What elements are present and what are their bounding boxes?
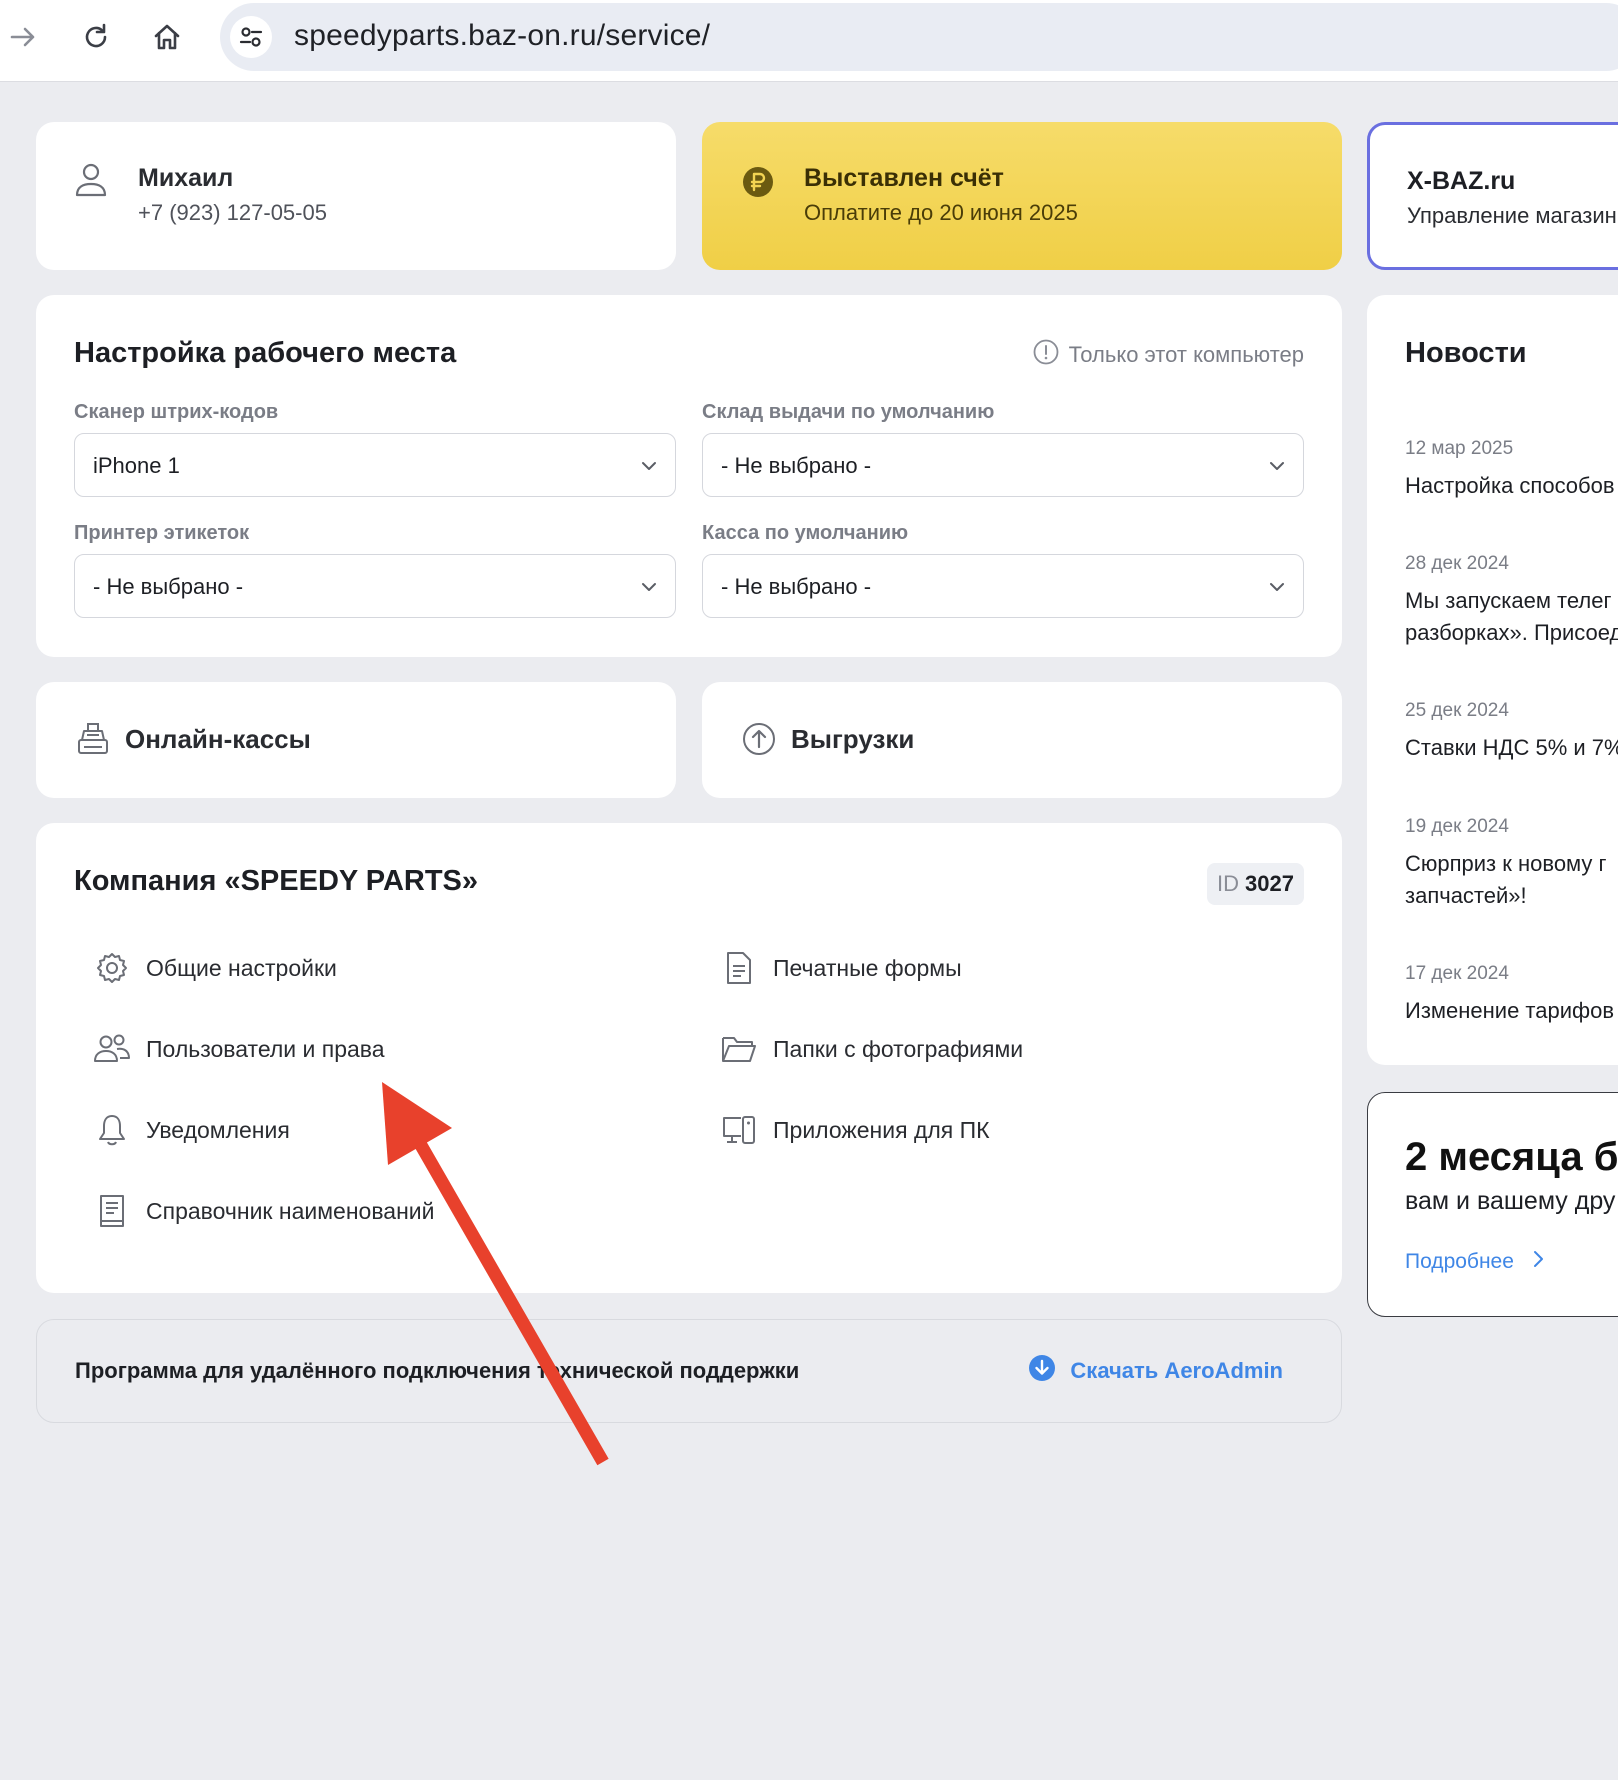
- news-date: 19 дек 2024: [1405, 816, 1509, 837]
- download-aeroadmin-label: Скачать AeroAdmin: [1070, 1358, 1283, 1383]
- menu-notifications[interactable]: Уведомления: [92, 1110, 290, 1150]
- xbaz-subtitle: Управление магазин: [1407, 203, 1617, 228]
- menu-pc-apps[interactable]: Приложения для ПК: [719, 1110, 990, 1150]
- chevron-down-icon: [1267, 456, 1287, 481]
- menu-photo-folders[interactable]: Папки с фотографиями: [719, 1029, 1023, 1069]
- xbaz-card[interactable]: X-BAZ.ru Управление магазин: [1367, 122, 1618, 270]
- ruble-icon: [742, 166, 774, 203]
- online-cashboxes-tile[interactable]: Онлайн-кассы: [36, 682, 676, 798]
- barcode-scanner-label: Сканер штрих-кодов: [74, 401, 279, 423]
- menu-names-directory-label: Справочник наименований: [146, 1197, 435, 1224]
- news-card: Новости 12 мар 2025 Настройка способов 2…: [1367, 295, 1618, 1065]
- workstation-title: Настройка рабочего места: [74, 337, 457, 369]
- menu-print-forms[interactable]: Печатные формы: [719, 948, 962, 988]
- chevron-right-icon: [1532, 1249, 1546, 1275]
- news-item[interactable]: 12 мар 2025 Настройка способов: [1405, 438, 1618, 502]
- news-item[interactable]: 28 дек 2024 Мы запускаем телег разборках…: [1405, 553, 1618, 649]
- label-printer-label: Принтер этикеток: [74, 522, 250, 544]
- gear-icon: [92, 948, 132, 988]
- promo-title: 2 месяца бе: [1405, 1135, 1618, 1179]
- xbaz-title: X-BAZ.ru: [1407, 167, 1516, 195]
- news-title: Новости: [1405, 337, 1527, 369]
- menu-users-and-rights[interactable]: Пользователи и права: [92, 1029, 385, 1069]
- news-item[interactable]: 19 дек 2024 Сюрприз к новому г запчастей…: [1405, 816, 1618, 912]
- news-headline: Сюрприз к новому г запчастей»!: [1405, 851, 1607, 908]
- online-cashboxes-label: Онлайн-кассы: [125, 724, 311, 754]
- default-warehouse-value: - Не выбрано -: [721, 453, 872, 478]
- menu-general-settings-label: Общие настройки: [146, 954, 337, 981]
- this-computer-only-note: Только этот компьютер: [1033, 339, 1304, 371]
- company-title: Компания «SPEEDY PARTS»: [74, 865, 479, 897]
- default-warehouse-label: Склад выдачи по умолчанию: [702, 401, 995, 423]
- cash-register-icon: [76, 722, 110, 761]
- menu-photo-folders-label: Папки с фотографиями: [773, 1035, 1024, 1062]
- workstation-settings-card: Настройка рабочего места Только этот ком…: [36, 295, 1342, 657]
- news-date: 28 дек 2024: [1405, 553, 1509, 574]
- url-text[interactable]: speedyparts.baz-on.ru/service/: [294, 19, 710, 53]
- default-cashbox-select[interactable]: - Не выбрано -: [702, 554, 1304, 618]
- label-printer-select[interactable]: - Не выбрано -: [74, 554, 676, 618]
- menu-general-settings[interactable]: Общие настройки: [92, 948, 337, 988]
- chevron-down-icon: [639, 577, 659, 602]
- default-cashbox-label: Касса по умолчанию: [702, 522, 909, 544]
- exports-label: Выгрузки: [791, 724, 915, 754]
- site-settings-icon[interactable]: [230, 16, 272, 58]
- default-warehouse-select[interactable]: - Не выбрано -: [702, 433, 1304, 497]
- barcode-scanner-value: iPhone 1: [93, 453, 180, 478]
- remote-support-card: Программа для удалённого подключения тех…: [36, 1319, 1342, 1423]
- download-circle-icon: [1028, 1354, 1056, 1388]
- user-phone: +7 (923) 127-05-05: [138, 200, 327, 225]
- reload-icon[interactable]: [73, 14, 119, 60]
- news-headline: Мы запускаем телег разборках». Присоед: [1405, 588, 1618, 645]
- news-date: 25 дек 2024: [1405, 700, 1509, 721]
- news-headline: Изменение тарифов: [1405, 998, 1615, 1023]
- browser-toolbar: speedyparts.baz-on.ru/service/: [0, 0, 1618, 82]
- company-card: Компания «SPEEDY PARTS» ID 3027 Общие на…: [36, 823, 1342, 1293]
- news-item[interactable]: 17 дек 2024 Изменение тарифов: [1405, 963, 1618, 1027]
- menu-notifications-label: Уведомления: [146, 1116, 290, 1143]
- menu-names-directory[interactable]: Справочник наименований: [92, 1191, 434, 1231]
- user-name: Михаил: [138, 164, 234, 192]
- home-icon[interactable]: [144, 14, 190, 60]
- info-icon: [1033, 339, 1059, 371]
- news-headline: Ставки НДС 5% и 7%: [1405, 735, 1618, 760]
- folder-icon: [719, 1029, 759, 1069]
- invoice-title: Выставлен счёт: [804, 164, 1004, 192]
- user-icon: [74, 162, 108, 203]
- exports-tile[interactable]: Выгрузки: [702, 682, 1342, 798]
- upload-circle-icon: [742, 722, 776, 761]
- news-date: 12 мар 2025: [1405, 438, 1514, 459]
- company-id-label: ID: [1217, 871, 1240, 896]
- news-date: 17 дек 2024: [1405, 963, 1509, 984]
- chevron-down-icon: [639, 456, 659, 481]
- remote-support-text: Программа для удалённого подключения тех…: [75, 1358, 800, 1383]
- this-computer-only-label: Только этот компьютер: [1068, 342, 1304, 367]
- forward-arrow-icon[interactable]: [0, 14, 46, 60]
- invoice-card[interactable]: Выставлен счёт Оплатите до 20 июня 2025: [702, 122, 1342, 270]
- devices-icon: [719, 1110, 759, 1150]
- users-icon: [92, 1029, 132, 1069]
- bell-icon: [92, 1110, 132, 1150]
- news-item[interactable]: 25 дек 2024 Ставки НДС 5% и 7%: [1405, 700, 1618, 764]
- promo-more-link[interactable]: Подробнее: [1405, 1249, 1546, 1275]
- address-bar[interactable]: speedyparts.baz-on.ru/service/: [220, 3, 1618, 71]
- news-headline: Настройка способов: [1405, 473, 1615, 498]
- download-aeroadmin-link[interactable]: Скачать AeroAdmin: [1028, 1354, 1283, 1388]
- chevron-down-icon: [1267, 577, 1287, 602]
- barcode-scanner-select[interactable]: iPhone 1: [74, 433, 676, 497]
- promo-card[interactable]: 2 месяца бе вам и вашему дру Подробнее: [1367, 1092, 1618, 1317]
- book-icon: [92, 1191, 132, 1231]
- company-id-value: 3027: [1245, 871, 1294, 896]
- company-id-badge: ID 3027: [1207, 863, 1304, 905]
- menu-pc-apps-label: Приложения для ПК: [773, 1116, 990, 1143]
- label-printer-value: - Не выбрано -: [93, 574, 244, 599]
- default-cashbox-value: - Не выбрано -: [721, 574, 872, 599]
- user-card[interactable]: Михаил +7 (923) 127-05-05: [36, 122, 676, 270]
- invoice-due-date: Оплатите до 20 июня 2025: [804, 200, 1078, 225]
- document-icon: [719, 948, 759, 988]
- menu-users-and-rights-label: Пользователи и права: [146, 1035, 385, 1062]
- promo-more-label: Подробнее: [1405, 1250, 1514, 1273]
- menu-print-forms-label: Печатные формы: [773, 954, 962, 981]
- promo-subtitle: вам и вашему дру: [1405, 1187, 1616, 1215]
